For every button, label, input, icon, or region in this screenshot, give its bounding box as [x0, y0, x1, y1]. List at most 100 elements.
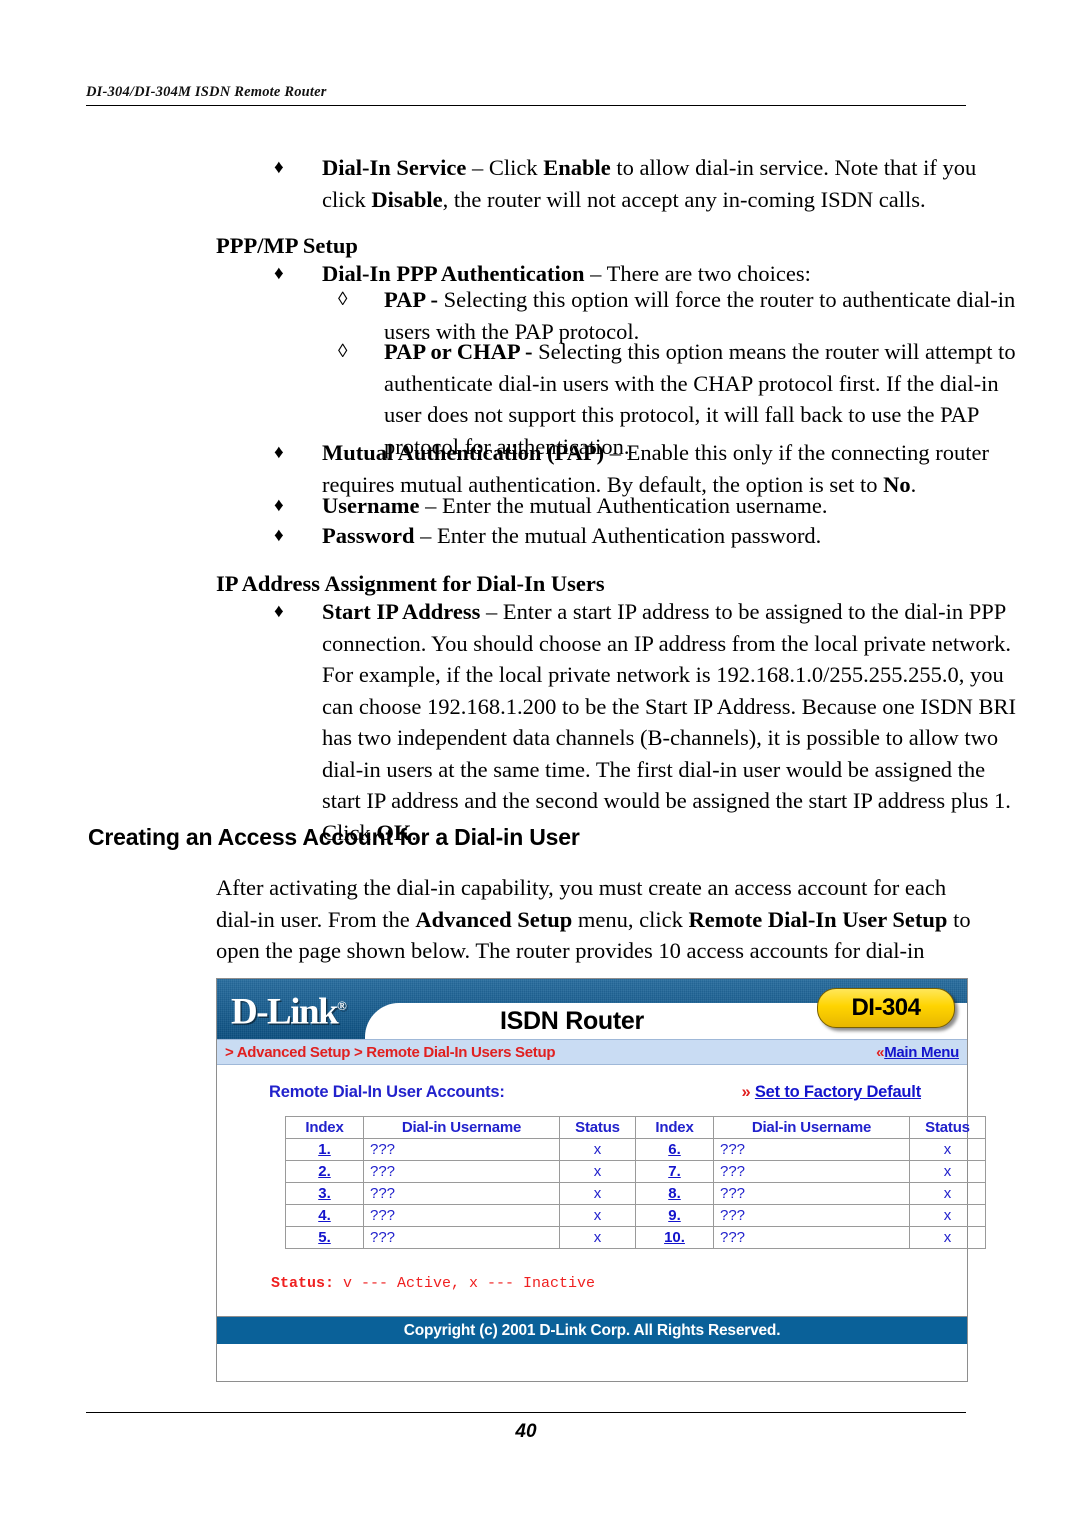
table-row: 5. ??? x 10. ??? x — [285, 1226, 986, 1249]
account-status: x — [559, 1204, 636, 1227]
account-index-link[interactable]: 8. — [635, 1182, 714, 1205]
table-row: 1. ??? x 6. ??? x — [285, 1138, 986, 1161]
text-start-ip-1: – Enter a start IP address to be assigne… — [322, 599, 1017, 845]
bullet-start-ip-address: ♦ Start IP Address – Enter a start IP ad… — [274, 596, 1022, 848]
heading-ip-address-assignment: IP Address Assignment for Dial-In Users — [216, 571, 605, 596]
column-header-status-left: Status — [559, 1116, 636, 1139]
set-to-factory-default-link[interactable]: » Set to Factory Default — [741, 1083, 921, 1102]
column-header-status-right: Status — [909, 1116, 986, 1139]
section-title: Remote Dial-In User Accounts: — [269, 1083, 505, 1101]
page-footer: 40 — [86, 1412, 966, 1443]
account-status: x — [559, 1226, 636, 1249]
account-index-link[interactable]: 3. — [285, 1182, 364, 1205]
account-index-link[interactable]: 6. — [635, 1138, 714, 1161]
section-title-row: Remote Dial-In User Accounts: » Set to F… — [269, 1083, 921, 1102]
text-ppp-auth: – There are two choices: — [584, 261, 811, 286]
term-advanced-setup: Advanced Setup — [415, 906, 573, 932]
table-row: 3. ??? x 8. ??? x — [285, 1182, 986, 1205]
heading-creating-access-account: Creating an Access Account for a Dial-in… — [88, 824, 580, 850]
account-username: ??? — [713, 1160, 910, 1183]
bullet-glyph-icon: ♦ — [274, 263, 284, 284]
term-dial-in-service: Dial-In Service — [322, 155, 467, 180]
text-dial-in-service-3: , the router will not accept any in-comi… — [442, 186, 926, 212]
term-remote-dial-in-user-setup: Remote Dial-In User Setup — [688, 906, 948, 932]
account-username: ??? — [363, 1160, 560, 1183]
text-password: – Enter the mutual Authentication passwo… — [414, 523, 822, 548]
term-mutual-auth: Mutual Authentication (PAP) — [322, 440, 605, 465]
term-password: Password — [322, 523, 415, 548]
bullet-glyph-icon: ♦ — [274, 495, 284, 516]
account-index-link[interactable]: 4. — [285, 1204, 364, 1227]
account-username: ??? — [363, 1204, 560, 1227]
bullet-dial-in-service: ♦ Dial-In Service – Click Enable to allo… — [274, 152, 1022, 215]
term-pap: PAP - — [384, 287, 438, 312]
table-header-row: Index Dial-in Username Status Index Dial… — [285, 1116, 986, 1139]
router-web-ui-screenshot: D-Link® ISDN Router DI-304 > Advanced Se… — [216, 978, 986, 1382]
column-header-index-left: Index — [285, 1116, 364, 1139]
status-legend-label: Status: — [271, 1275, 335, 1292]
account-index-link[interactable]: 7. — [635, 1160, 714, 1183]
table-row: 4. ??? x 9. ??? x — [285, 1204, 986, 1227]
account-status: x — [559, 1160, 636, 1183]
account-username: ??? — [363, 1138, 560, 1161]
term-ppp-auth: Dial-In PPP Authentication — [322, 261, 585, 286]
diamond-glyph-icon: ◊ — [338, 341, 348, 362]
term-start-ip: Start IP Address — [322, 599, 481, 624]
account-index-link[interactable]: 1. — [285, 1138, 364, 1161]
account-status: x — [559, 1182, 636, 1205]
column-header-username-right: Dial-in Username — [713, 1116, 910, 1139]
column-header-index-right: Index — [635, 1116, 714, 1139]
bullet-username: ♦ Username – Enter the mutual Authentica… — [274, 490, 1022, 522]
chevron-left-icon: « — [876, 1043, 885, 1061]
chevron-right-icon: » — [741, 1083, 751, 1101]
account-status: x — [909, 1138, 986, 1161]
account-index-link[interactable]: 5. — [285, 1226, 364, 1249]
table-row: 2. ??? x 7. ??? x — [285, 1160, 986, 1183]
account-username: ??? — [363, 1182, 560, 1205]
router-banner: D-Link® ISDN Router DI-304 — [217, 979, 967, 1039]
term-username: Username — [322, 493, 420, 518]
heading-pppmp-setup: PPP/MP Setup — [216, 233, 358, 258]
account-status: x — [909, 1226, 986, 1249]
term-pap-or-chap: PAP or CHAP - — [384, 339, 533, 364]
bullet-glyph-icon: ♦ — [274, 442, 284, 463]
router-copyright-footer: Copyright (c) 2001 D-Link Corp. All Righ… — [217, 1316, 967, 1344]
bullet-password: ♦ Password – Enter the mutual Authentica… — [274, 520, 1022, 552]
main-menu-label: Main Menu — [884, 1043, 959, 1061]
page-number: 40 — [515, 1421, 537, 1442]
bullet-glyph-icon: ♦ — [274, 157, 284, 178]
account-username: ??? — [713, 1226, 910, 1249]
set-to-factory-default-label: Set to Factory Default — [754, 1083, 921, 1101]
status-legend-text: v --- Active, x --- Inactive — [334, 1275, 596, 1292]
account-status: x — [909, 1182, 986, 1205]
text-creating-2: menu, click — [572, 906, 689, 932]
account-username: ??? — [713, 1138, 910, 1161]
running-header-text: DI-304/DI-304M ISDN Remote Router — [86, 84, 327, 100]
account-username: ??? — [363, 1226, 560, 1249]
account-index-link[interactable]: 9. — [635, 1204, 714, 1227]
account-index-link[interactable]: 2. — [285, 1160, 364, 1183]
bullet-glyph-icon: ♦ — [274, 601, 284, 622]
status-legend: Status: v --- Active, x --- Inactive — [271, 1275, 921, 1292]
model-badge-label: DI-304 — [851, 994, 921, 1021]
term-enable: Enable — [543, 155, 611, 180]
header-rule — [86, 105, 966, 106]
account-username: ??? — [713, 1182, 910, 1205]
account-status: x — [909, 1204, 986, 1227]
account-index-link[interactable]: 10. — [635, 1226, 714, 1249]
breadcrumb-bar: > Advanced Setup > Remote Dial-In Users … — [217, 1039, 967, 1065]
term-disable: Disable — [371, 186, 443, 212]
running-header: DI-304/DI-304M ISDN Remote Router — [86, 84, 966, 106]
main-menu-link[interactable]: «Main Menu — [876, 1044, 959, 1061]
diamond-glyph-icon: ◊ — [338, 289, 348, 310]
dial-in-user-accounts-table: Index Dial-in Username Status Index Dial… — [285, 1116, 986, 1249]
account-status: x — [559, 1138, 636, 1161]
account-status: x — [909, 1160, 986, 1183]
router-page-body: Remote Dial-In User Accounts: » Set to F… — [217, 1065, 986, 1381]
text-username: – Enter the mutual Authentication userna… — [419, 493, 828, 518]
breadcrumb[interactable]: > Advanced Setup > Remote Dial-In Users … — [225, 1044, 556, 1061]
account-username: ??? — [713, 1204, 910, 1227]
column-header-username-left: Dial-in Username — [363, 1116, 560, 1139]
model-badge: DI-304 — [817, 988, 955, 1028]
text-dial-in-service-1: – Click — [466, 155, 544, 180]
